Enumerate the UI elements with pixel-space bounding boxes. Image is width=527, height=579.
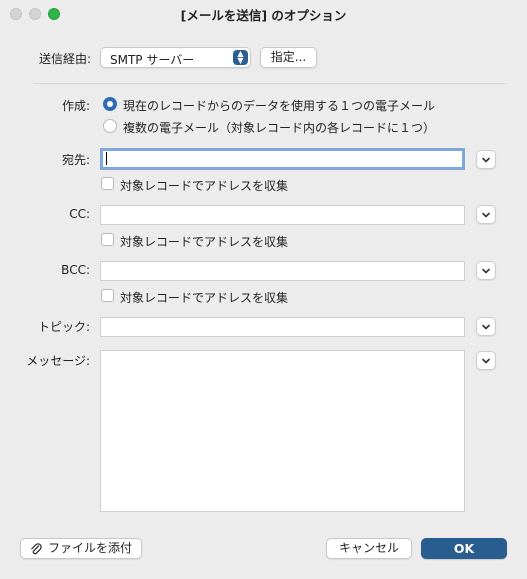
specify-button[interactable]: 指定... — [260, 47, 317, 68]
send-via-popup[interactable]: SMTP サーバー ▲ ▼ — [100, 47, 251, 68]
window-title: [メールを送信] のオプション — [180, 7, 347, 23]
cancel-button[interactable]: キャンセル — [326, 538, 412, 559]
bcc-expand-button[interactable] — [476, 261, 496, 280]
to-expand-button[interactable] — [476, 150, 496, 169]
topic-input[interactable] — [100, 317, 465, 337]
attach-file-label: ファイルを添付 — [48, 541, 133, 555]
bcc-input[interactable] — [100, 261, 465, 281]
close-window-button[interactable] — [10, 8, 22, 20]
bcc-collect-checkbox[interactable] — [101, 289, 114, 302]
cc-collect-checkbox[interactable] — [101, 233, 114, 246]
topic-label: トピック: — [37, 320, 90, 334]
send-via-value: SMTP サーバー — [110, 53, 195, 67]
updown-arrows-icon: ▲ ▼ — [233, 50, 248, 65]
chevron-down-icon — [482, 324, 490, 330]
paperclip-icon — [31, 543, 42, 555]
ok-button[interactable]: OK — [421, 538, 507, 559]
chevron-down-icon — [482, 157, 490, 163]
message-expand-button[interactable] — [476, 351, 496, 370]
radio-single-email[interactable] — [103, 97, 117, 111]
cc-collect-label: 対象レコードでアドレスを収集 — [120, 235, 289, 249]
bcc-collect-label: 対象レコードでアドレスを収集 — [120, 291, 289, 305]
chevron-down-icon — [482, 358, 490, 364]
to-label: 宛先: — [61, 153, 90, 167]
cc-expand-button[interactable] — [476, 205, 496, 224]
to-input[interactable] — [100, 148, 465, 170]
section-divider — [33, 83, 506, 84]
chevron-down-icon — [482, 212, 490, 218]
to-collect-label: 対象レコードでアドレスを収集 — [120, 179, 289, 193]
to-collect-checkbox[interactable] — [101, 177, 114, 190]
minimize-window-button[interactable] — [29, 8, 41, 20]
zoom-window-button[interactable] — [48, 8, 60, 20]
bcc-label: BCC: — [61, 263, 90, 277]
send-via-label: 送信経由: — [38, 52, 91, 66]
create-label: 作成: — [61, 99, 90, 113]
chevron-down-icon — [482, 268, 490, 274]
topic-expand-button[interactable] — [476, 317, 496, 336]
cc-input[interactable] — [100, 205, 465, 225]
attach-file-button[interactable]: ファイルを添付 — [20, 538, 142, 559]
cc-label: CC: — [69, 207, 90, 221]
radio-single-email-label: 現在のレコードからのデータを使用する１つの電子メール — [123, 99, 436, 113]
message-label: メッセージ: — [26, 354, 90, 368]
radio-multiple-emails-label: 複数の電子メール（対象レコード内の各レコードに１つ） — [123, 121, 436, 135]
title-bar: [メールを送信] のオプション — [0, 0, 527, 28]
message-textarea[interactable] — [100, 350, 465, 512]
text-caret — [106, 152, 107, 165]
radio-multiple-emails[interactable] — [103, 119, 117, 133]
